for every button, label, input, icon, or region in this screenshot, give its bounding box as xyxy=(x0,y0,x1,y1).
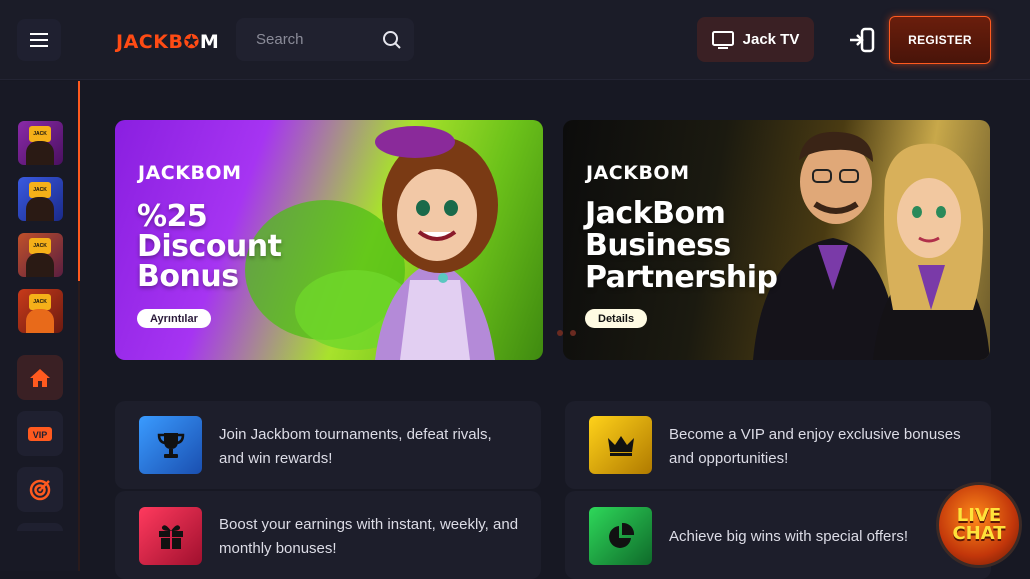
game-thumb-figure xyxy=(26,309,54,333)
game-thumb-figure xyxy=(26,141,54,165)
tv-icon xyxy=(711,30,734,49)
crown-icon xyxy=(607,436,634,456)
game-thumb-badge: JACK xyxy=(29,182,51,198)
feature-card-text: Become a VIP and enjoy exclusive bonuses… xyxy=(669,426,961,467)
promo-banner-partnership[interactable]: JACKBOM JackBom Business Partnership Det… xyxy=(563,120,990,360)
feature-icon-tile xyxy=(139,416,202,474)
svg-text:VIP: VIP xyxy=(33,430,48,440)
game-thumb-badge: JACK xyxy=(29,294,51,310)
feature-card-text: Achieve big wins with special offers! xyxy=(669,528,909,545)
sidebar-target-button[interactable] xyxy=(17,467,63,512)
search-box[interactable] xyxy=(236,18,414,61)
feature-icon-tile xyxy=(589,416,652,474)
login-icon xyxy=(850,27,875,53)
pagination-dot[interactable] xyxy=(570,330,576,336)
sidebar-game-thumb-3[interactable]: JACK xyxy=(18,233,63,277)
game-thumb-figure xyxy=(26,253,54,277)
top-bar: JACKB✪M Jack TV REGISTER xyxy=(0,0,1030,80)
target-icon xyxy=(29,479,51,500)
search-input[interactable] xyxy=(256,31,382,48)
sidebar: JACK JACK JACK JACK VIP xyxy=(0,81,80,571)
feature-card-text: Boost your earnings with instant, weekly… xyxy=(219,516,519,557)
live-chat-button[interactable]: LIVE CHAT xyxy=(936,482,1022,568)
banner-headline: JackBom Business Partnership xyxy=(585,196,778,295)
jack-tv-button[interactable]: Jack TV xyxy=(697,17,814,62)
menu-button[interactable] xyxy=(17,19,61,61)
live-chat-line2: CHAT xyxy=(952,523,1006,544)
search-icon[interactable] xyxy=(382,30,402,50)
game-thumb-badge: JACK xyxy=(29,238,51,254)
gift-icon xyxy=(158,525,183,549)
sidebar-next-button[interactable] xyxy=(17,523,63,531)
feature-card-vip[interactable]: Become a VIP and enjoy exclusive bonuses… xyxy=(565,401,991,489)
sidebar-vip-button[interactable]: VIP xyxy=(17,411,63,456)
sidebar-game-thumb-1[interactable]: JACK xyxy=(18,121,63,165)
feature-card-offers[interactable]: Achieve big wins with special offers! xyxy=(565,491,991,579)
pagination-dot[interactable] xyxy=(557,330,563,336)
hamburger-icon xyxy=(30,33,48,47)
pie-chart-icon xyxy=(608,522,634,548)
feature-icon-tile xyxy=(589,507,652,565)
trophy-icon xyxy=(157,433,184,458)
sidebar-game-thumb-4[interactable]: JACK xyxy=(18,289,63,333)
sidebar-game-thumb-2[interactable]: JACK xyxy=(18,177,63,221)
login-button[interactable] xyxy=(848,26,876,54)
vip-badge-icon: VIP xyxy=(28,426,52,441)
promo-banner-discount[interactable]: JACKBOM %25 Discount Bonus Ayrıntılar xyxy=(115,120,543,360)
game-thumb-badge: JACK xyxy=(29,126,51,142)
banner-details-button[interactable]: Ayrıntılar xyxy=(137,309,211,328)
jack-tv-label: Jack TV xyxy=(742,31,800,48)
game-thumb-figure xyxy=(26,197,54,221)
sidebar-home-button[interactable] xyxy=(17,355,63,400)
logo-text-left: JACKB xyxy=(116,31,184,53)
logo-text-right: M xyxy=(199,31,220,53)
banner-pagination xyxy=(557,330,576,336)
logo-bomb-glyph: ✪ xyxy=(183,31,200,53)
feature-icon-tile xyxy=(139,507,202,565)
register-button[interactable]: REGISTER xyxy=(889,16,991,64)
banner-headline: %25 Discount Bonus xyxy=(137,199,282,294)
feature-card-text: Join Jackbom tournaments, defeat rivals,… xyxy=(219,426,492,467)
home-icon xyxy=(30,368,50,387)
banner-logo: JACKBOM xyxy=(138,162,242,184)
feature-card-bonuses[interactable]: Boost your earnings with instant, weekly… xyxy=(115,491,541,579)
site-logo[interactable]: JACKB✪M xyxy=(116,31,219,53)
banner-logo: JACKBOM xyxy=(586,162,690,184)
banner-details-button[interactable]: Details xyxy=(585,309,648,328)
sidebar-scroll-indicator[interactable] xyxy=(78,81,80,281)
feature-card-tournaments[interactable]: Join Jackbom tournaments, defeat rivals,… xyxy=(115,401,541,489)
